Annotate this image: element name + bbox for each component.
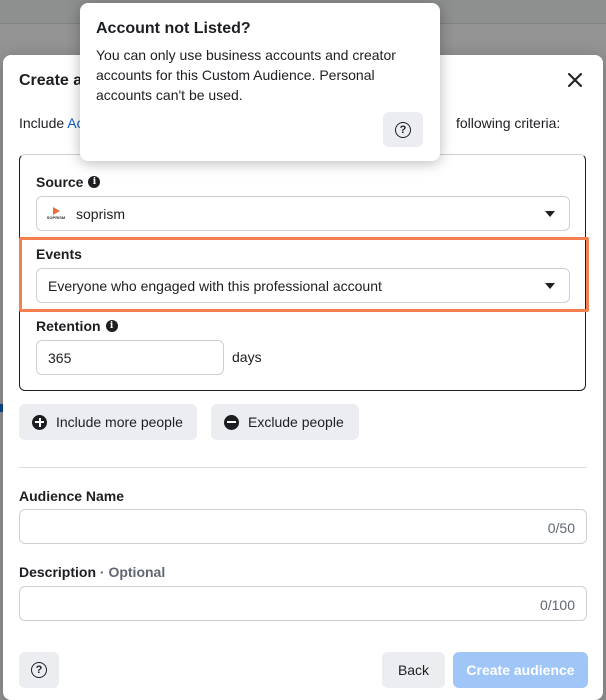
audience-name-label: Audience Name (19, 488, 125, 504)
minus-circle-icon (224, 414, 239, 430)
info-icon[interactable]: i (88, 176, 101, 188)
retention-unit: days (232, 349, 262, 365)
source-select[interactable]: SOPRISM soprism (36, 196, 570, 231)
description-label-text: Description (19, 564, 97, 580)
intro-suffix: following criteria: (456, 115, 561, 131)
source-label-text: Source (36, 174, 84, 190)
description-input[interactable]: 0/100 (19, 586, 587, 621)
exclude-label: Exclude people (248, 414, 344, 430)
help-button[interactable]: ? (19, 652, 59, 688)
audience-name-input[interactable]: 0/50 (19, 509, 587, 544)
tooltip-title: Account not Listed? (96, 20, 251, 37)
source-label: Source i (36, 174, 101, 190)
retention-input[interactable]: 365 (36, 340, 224, 375)
back-button[interactable]: Back (382, 652, 445, 688)
account-not-listed-tooltip: Account not Listed? You can only use bus… (80, 3, 440, 161)
close-icon (568, 73, 582, 87)
include-more-label: Include more people (56, 414, 183, 430)
tooltip-help-button[interactable]: ? (383, 112, 423, 147)
question-icon: ? (395, 121, 411, 138)
audience-name-counter: 0/50 (547, 520, 575, 536)
close-button[interactable] (560, 65, 590, 95)
description-label: Description · Optional (19, 564, 165, 580)
source-logo-text: SOPRISM (46, 215, 66, 220)
exclude-people-button[interactable]: Exclude people (211, 404, 359, 440)
intro-prefix: Include (19, 115, 68, 131)
retention-label: Retention i (36, 318, 118, 334)
source-value: soprism (76, 205, 126, 222)
tooltip-body: You can only use business accounts and c… (96, 47, 396, 103)
include-more-people-button[interactable]: Include more people (19, 404, 197, 440)
plus-circle-icon (32, 414, 47, 430)
question-icon: ? (31, 662, 47, 678)
divider (19, 467, 587, 468)
description-optional: · Optional (96, 564, 166, 580)
chevron-down-icon (545, 211, 555, 217)
retention-label-text: Retention (36, 318, 101, 334)
description-counter: 0/100 (539, 597, 575, 613)
soprism-logo-icon: SOPRISM (46, 204, 66, 224)
modal-title: Create a (19, 72, 83, 89)
info-icon[interactable]: i (105, 320, 118, 332)
events-highlight-box (19, 237, 589, 312)
retention-value: 365 (48, 349, 72, 366)
create-audience-button[interactable]: Create audience (453, 652, 588, 688)
